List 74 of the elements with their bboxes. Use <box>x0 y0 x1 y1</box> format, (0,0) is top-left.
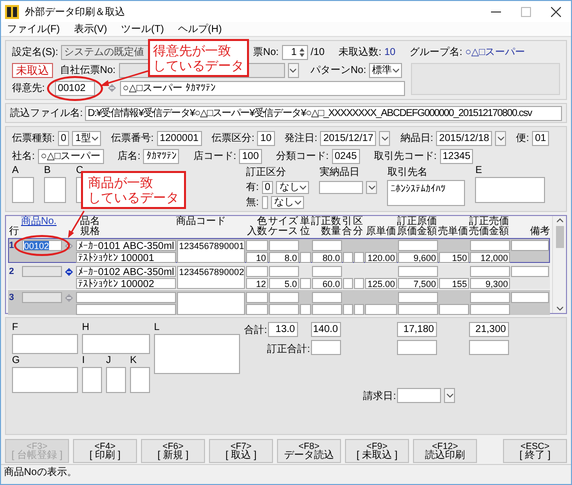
callout-text: 商品が一致 <box>88 175 154 190</box>
field-label: 社名: <box>12 150 35 163</box>
field-label: 票No: <box>253 46 279 59</box>
status-bar: 商品Noの表示。 <box>1 464 571 478</box>
field-label: I <box>82 355 86 366</box>
column-header: 規格 <box>79 227 101 237</box>
field-label: J <box>106 355 112 366</box>
column-header: 位 <box>299 227 310 237</box>
column-header: 訂正売価 <box>469 217 509 227</box>
pending-count: 10 <box>384 46 396 58</box>
row-number: 1 <box>9 240 16 252</box>
callout-text: 得意先が一致 <box>153 43 232 58</box>
field-label: 請求日: <box>363 390 396 402</box>
column-header: 売価金額 <box>469 227 509 237</box>
column-header: サイズ <box>268 217 298 227</box>
field-label: L <box>154 322 161 333</box>
field-label: /10 <box>310 46 325 58</box>
column-header: 原単価 <box>365 227 396 237</box>
field-label: E <box>475 165 484 176</box>
window-title: 外部データ印刷＆取込 <box>25 6 125 18</box>
callout-text: しているデータ <box>153 58 244 73</box>
field-label: K <box>130 355 138 366</box>
column-header: 色 <box>257 217 267 227</box>
column-header: 区 <box>353 217 363 227</box>
field-label: B <box>44 165 52 176</box>
field-label: 実納品日 <box>319 166 360 179</box>
field-label: 便: <box>516 132 529 145</box>
column-header: 訂正原価 <box>397 217 437 227</box>
row-number: 3 <box>9 292 16 304</box>
field-label: 取引先名 <box>387 166 428 179</box>
column-header: 商品No. <box>21 217 58 227</box>
column-header: 売単価 <box>438 227 468 237</box>
status-badge: 未取込 <box>12 62 53 78</box>
field-label: 設定名(S): <box>12 46 58 59</box>
field-label: H <box>82 322 90 333</box>
row-number: 2 <box>9 266 16 278</box>
field-label: 自社伝票No: <box>60 64 116 77</box>
field-label: 伝票区分: <box>212 132 254 145</box>
group-name: ○△□スーパー <box>465 46 526 59</box>
column-header: 合 <box>342 227 352 237</box>
callout-text: しているデータ <box>88 190 179 205</box>
column-header: 分 <box>353 227 363 237</box>
field-label: G <box>12 355 21 366</box>
field-label: 分類コード: <box>276 150 329 163</box>
field-label: 店名: <box>118 150 140 163</box>
column-header: 単 <box>299 217 310 227</box>
field-label: 店コード: <box>193 150 236 163</box>
field-label: 読込ファイル名: <box>10 106 83 120</box>
column-header: 品名 <box>79 217 101 227</box>
column-header: ケース <box>268 227 298 237</box>
field-label: 取引先コード: <box>374 150 437 163</box>
field-label: 伝票番号: <box>110 132 154 145</box>
field-label: 得意先: <box>12 82 45 95</box>
field-label: A <box>12 165 20 176</box>
field-label: 伝票種類: <box>12 132 55 145</box>
field-label: 発注日: <box>284 132 318 145</box>
column-header: 数量 <box>320 227 341 237</box>
column-header: 入数 <box>246 227 267 237</box>
field-label: 有: <box>246 181 259 194</box>
column-header: 原価金額 <box>397 227 437 237</box>
field-label: 訂正合計: <box>267 342 310 356</box>
field-label: 未取込数: <box>338 46 382 59</box>
column-header: 備考 <box>529 227 550 237</box>
field-label: 合計: <box>244 324 267 336</box>
column-header: 引 <box>342 217 352 227</box>
field-label: 納品日: <box>400 132 434 145</box>
column-header: 商品コード <box>176 217 227 227</box>
field-label: 無: <box>246 196 259 209</box>
field-label: 訂正区分 <box>246 166 287 179</box>
column-header: 行 <box>8 227 20 237</box>
field-label: グループ名: <box>409 46 462 59</box>
column-header: 訂正数 <box>311 217 341 227</box>
field-label: F <box>12 322 20 333</box>
field-label: パターンNo: <box>310 64 366 77</box>
